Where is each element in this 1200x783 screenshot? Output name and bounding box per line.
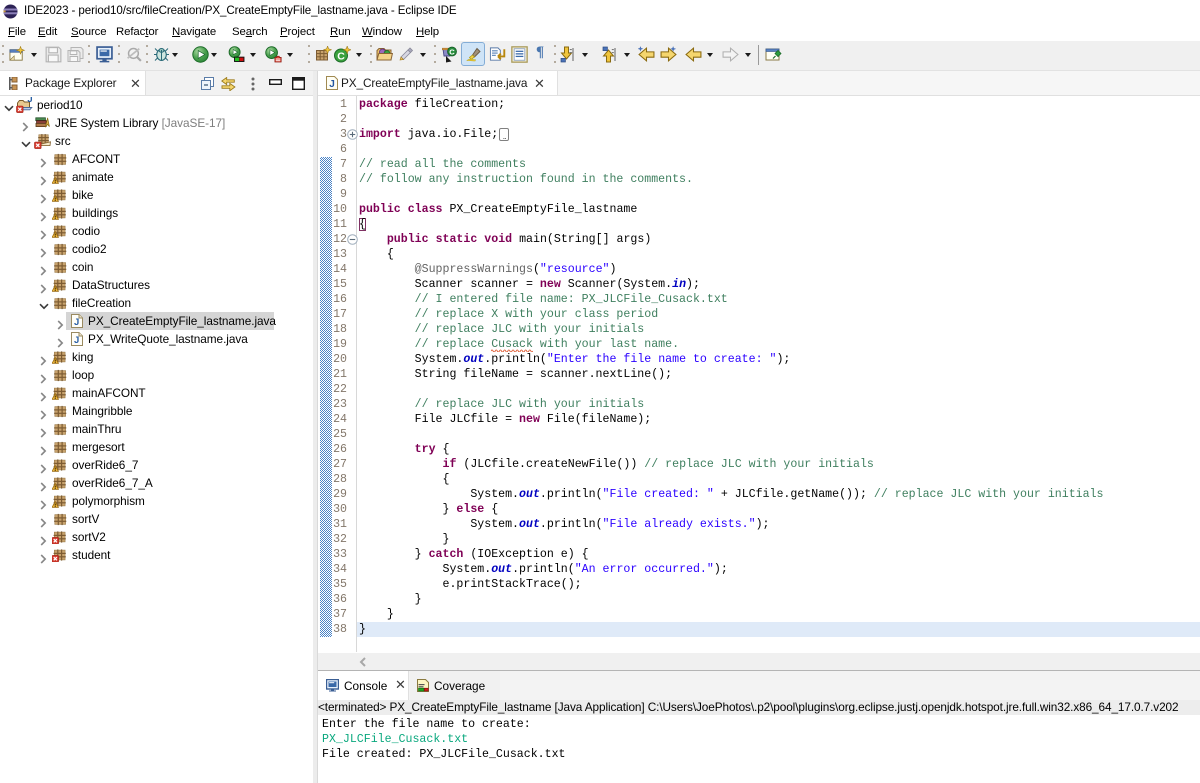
svg-text:C: C [337,50,345,62]
svg-text:C: C [449,47,455,56]
svg-text:J: J [74,335,79,346]
svg-text:J: J [74,317,79,328]
svg-text:J: J [329,79,335,90]
svg-text:J: J [27,97,32,105]
